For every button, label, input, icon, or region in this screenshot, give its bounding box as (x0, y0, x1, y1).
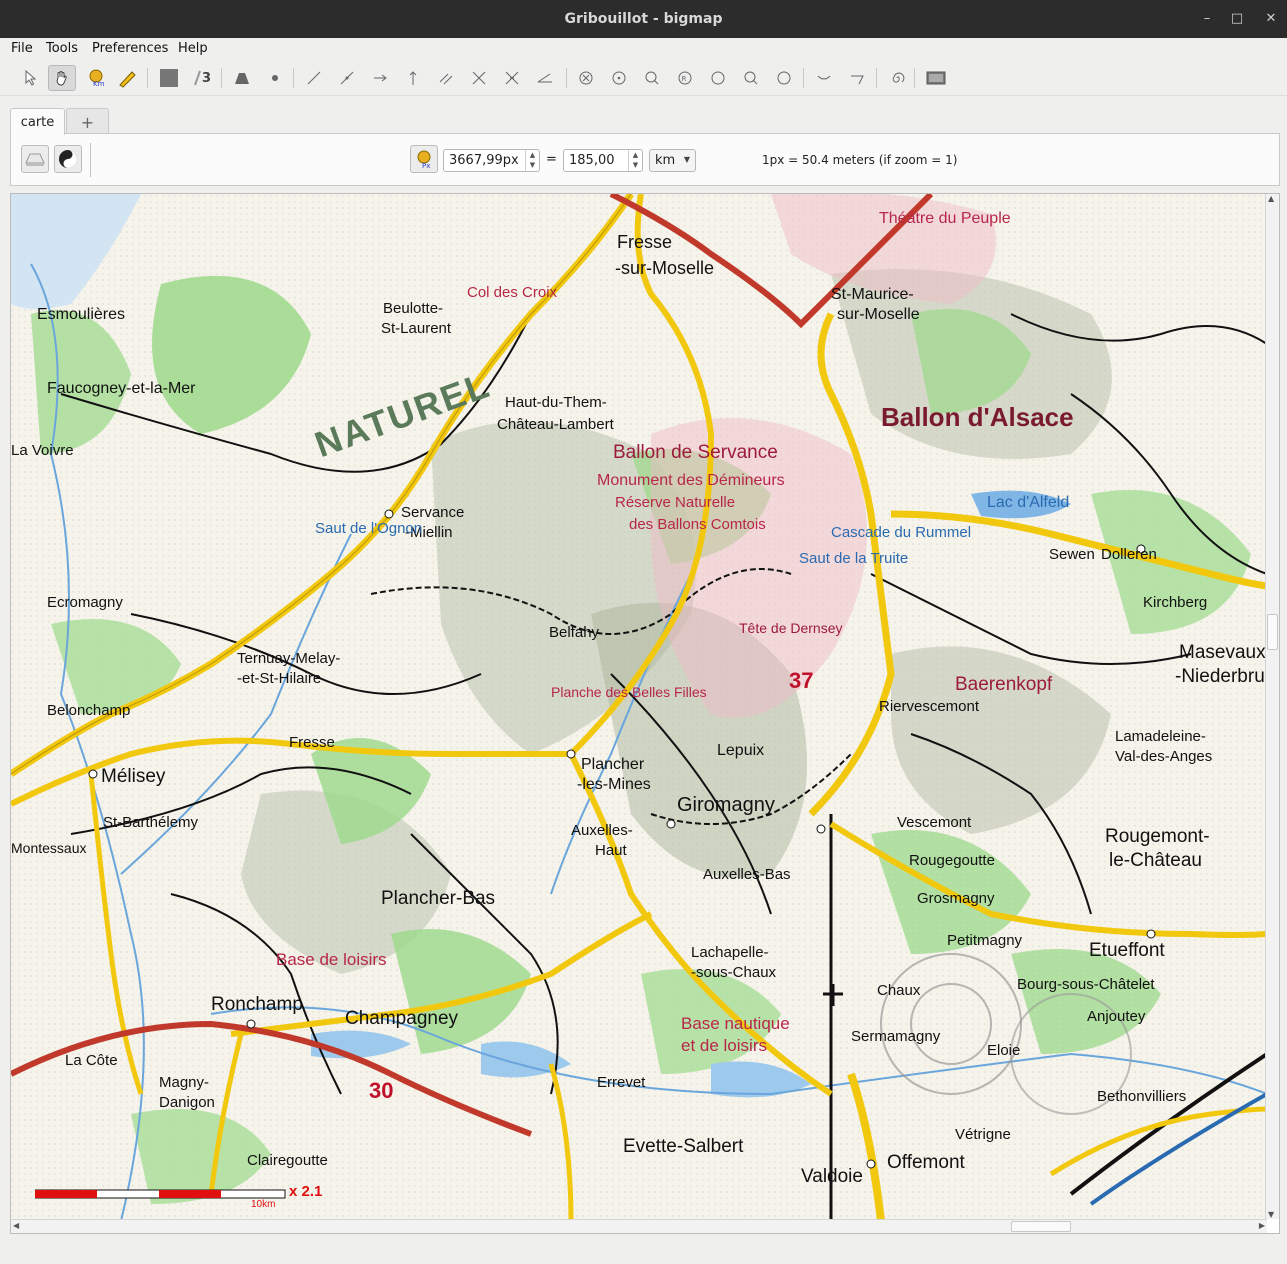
select-pointer-icon[interactable] (16, 65, 44, 91)
scroll-down-icon[interactable]: ▼ (1268, 1210, 1274, 1219)
unit-select[interactable]: km ▼ (649, 149, 696, 172)
svg-text:3: 3 (202, 71, 211, 86)
scroll-right-icon[interactable]: ▶ (1259, 1221, 1265, 1230)
svg-text:R: R (682, 75, 687, 83)
vertical-scroll-thumb[interactable] (1267, 614, 1278, 650)
layer-toggle-icon[interactable] (21, 145, 49, 173)
chevron-down-icon: ▼ (683, 155, 690, 164)
pixels-value: 3667,99px (449, 153, 519, 168)
scale-panel: Px 3667,99px ▲ ▼ = 185,00 ▲ ▼ km ▼ 1px = 5… (10, 133, 1280, 186)
maximize-button[interactable]: □ (1227, 9, 1247, 29)
menu-help[interactable]: Help (178, 41, 208, 56)
panel-separator (90, 143, 91, 177)
line-icon[interactable] (333, 65, 361, 91)
add-tab-button[interactable]: + (66, 108, 109, 135)
toolbar-separator (566, 68, 567, 88)
minimize-button[interactable]: – (1197, 9, 1217, 29)
window-titlebar: Gribouillot - bigmap – □ ✕ (0, 0, 1287, 38)
scale-multiplier: x 2.1 (289, 1183, 323, 1200)
toolbar: Km 3 R (0, 60, 1287, 96)
parallel-icon[interactable] (432, 65, 460, 91)
spin-arrows-icon[interactable]: ▲ ▼ (628, 150, 642, 171)
polygon-shape-icon[interactable] (228, 65, 256, 91)
svg-text:Km: Km (93, 80, 105, 88)
window-title: Gribouillot - bigmap (564, 11, 723, 27)
toolbar-separator (876, 68, 877, 88)
spiral-icon[interactable] (883, 65, 911, 91)
circle-search-icon[interactable] (737, 65, 765, 91)
scale-px-icon[interactable]: Px (410, 145, 438, 173)
circle-three-points-icon[interactable] (770, 65, 798, 91)
fill-color-icon[interactable] (155, 65, 183, 91)
pixels-spinbox[interactable]: 3667,99px ▲ ▼ (443, 149, 540, 172)
map-canvas[interactable]: Fresse -sur-Moselle St-Maurice-sur-Moselle… (10, 193, 1280, 1234)
scale-km-icon[interactable]: Km (82, 65, 110, 91)
contrast-icon[interactable] (54, 145, 82, 173)
ray-icon[interactable] (366, 65, 394, 91)
scroll-up-icon[interactable]: ▲ (1268, 194, 1274, 203)
segment-icon[interactable] (300, 65, 328, 91)
arc-angle-icon[interactable] (843, 65, 871, 91)
menubar: File Tools Preferences Help (0, 38, 1287, 60)
spin-arrows-icon[interactable]: ▲ ▼ (525, 150, 539, 171)
pencil-draw-icon[interactable] (113, 65, 141, 91)
map-graphics (11, 194, 1267, 1221)
toolbar-separator (147, 68, 148, 88)
horizontal-scrollbar[interactable]: ◀ ▶ (11, 1219, 1267, 1233)
circle-center-icon[interactable] (605, 65, 633, 91)
tab-bar: carte + (0, 106, 1287, 135)
unit-value: km (655, 153, 676, 168)
toolbar-separator (221, 68, 222, 88)
circle-radius-icon[interactable]: R (671, 65, 699, 91)
menu-preferences[interactable]: Preferences (92, 41, 168, 56)
screen-capture-icon[interactable] (922, 65, 950, 91)
toolbar-separator (914, 68, 915, 88)
tab-carte[interactable]: carte (10, 108, 65, 135)
distance-spinbox[interactable]: 185,00 ▲ ▼ (563, 149, 643, 172)
map-scale-bar: x 2.1 10km (35, 1183, 335, 1212)
layer-3-icon[interactable]: 3 (188, 65, 216, 91)
horizontal-scroll-thumb[interactable] (1011, 1221, 1071, 1232)
svg-text:Px: Px (422, 162, 430, 169)
menu-tools[interactable]: Tools (46, 41, 78, 56)
pan-hand-icon[interactable] (48, 65, 76, 91)
circle-cross-icon[interactable] (572, 65, 600, 91)
equals-sign: = (546, 152, 557, 167)
point-icon[interactable] (261, 65, 289, 91)
mediator-icon[interactable] (498, 65, 526, 91)
toolbar-separator (803, 68, 804, 88)
vertical-scrollbar[interactable]: ▲ ▼ (1265, 194, 1279, 1219)
distance-value: 185,00 (569, 153, 615, 168)
scale-unit-label: 10km (251, 1199, 276, 1210)
circle-zoom-icon[interactable] (638, 65, 666, 91)
scale-info-text: 1px = 50.4 meters (if zoom = 1) (762, 153, 958, 167)
toolbar-separator (293, 68, 294, 88)
menu-file[interactable]: File (11, 41, 33, 56)
scroll-left-icon[interactable]: ◀ (13, 1221, 19, 1230)
bisector-icon[interactable] (465, 65, 493, 91)
close-button[interactable]: ✕ (1261, 9, 1281, 29)
perpendicular-icon[interactable] (399, 65, 427, 91)
angle-icon[interactable] (531, 65, 559, 91)
arc-icon[interactable] (810, 65, 838, 91)
circle-icon[interactable] (704, 65, 732, 91)
